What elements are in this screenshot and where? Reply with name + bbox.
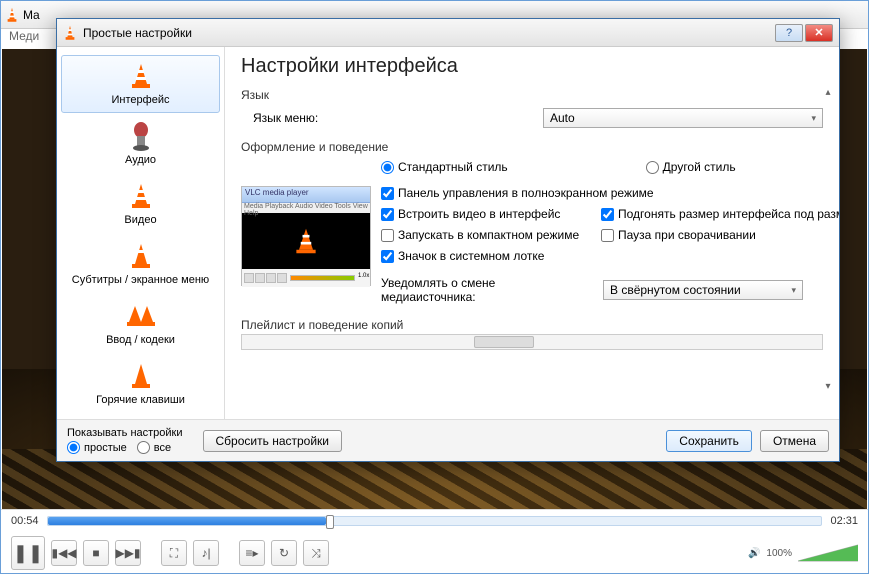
dialog-titlebar[interactable]: Простые настройки ? ✕ xyxy=(57,19,839,47)
check-systray[interactable]: Значок в системном лотке xyxy=(381,249,839,263)
preferences-dialog: Простые настройки ? ✕ Интерфейс Аудио Ви… xyxy=(56,18,840,462)
show-settings-group: Показывать настройки простые все xyxy=(67,427,183,454)
radio-all[interactable]: все xyxy=(137,441,171,454)
vlc-icon xyxy=(5,6,19,24)
ext-settings-button[interactable]: ♪| xyxy=(193,540,219,566)
appearance-section-title: Оформление и поведение xyxy=(241,140,823,154)
speaker-icon[interactable]: 🔊 xyxy=(748,548,760,559)
loop-button[interactable]: ↻ xyxy=(271,540,297,566)
interface-preview: VLC media player Media Playback Audio Vi… xyxy=(241,186,371,286)
volume-slider[interactable] xyxy=(798,543,858,563)
check-resize-interface[interactable]: Подгонять размер интерфейса под разме xyxy=(601,207,839,221)
save-button[interactable]: Сохранить xyxy=(666,430,752,452)
category-subtitles[interactable]: Субтитры / экранное меню xyxy=(61,235,220,293)
lang-section-title: Язык xyxy=(241,88,823,102)
playlist-section-title: Плейлист и поведение копий xyxy=(241,318,823,332)
scroll-down-icon[interactable]: ▾ xyxy=(821,379,835,393)
reset-button[interactable]: Сбросить настройки xyxy=(203,430,342,452)
category-input-codecs[interactable]: Ввод / кодеки xyxy=(61,295,220,353)
category-hotkeys[interactable]: Горячие клавиши xyxy=(61,355,220,413)
radio-other-style[interactable]: Другой стиль xyxy=(646,160,736,174)
fullscreen-button[interactable]: ⛶ xyxy=(161,540,187,566)
shuffle-button[interactable]: ⤨ xyxy=(303,540,329,566)
category-sidebar: Интерфейс Аудио Видео Субтитры / экранно… xyxy=(57,47,225,419)
close-button[interactable]: ✕ xyxy=(805,24,833,42)
dialog-footer: Показывать настройки простые все Сбросит… xyxy=(57,419,839,461)
volume-label: 100% xyxy=(766,548,792,559)
check-compact[interactable]: Запускать в компактном режиме xyxy=(381,228,581,242)
settings-content: Настройки интерфейса ▴ Язык Язык меню: A… xyxy=(225,47,839,419)
language-select[interactable]: Auto xyxy=(543,108,823,128)
check-embed-video[interactable]: Встроить видео в интерфейс xyxy=(381,207,581,221)
scroll-up-icon[interactable]: ▴ xyxy=(821,85,835,99)
vlc-icon xyxy=(63,24,77,42)
category-interface[interactable]: Интерфейс xyxy=(61,55,220,113)
page-heading: Настройки интерфейса xyxy=(241,55,823,78)
check-pause-minimize[interactable]: Пауза при сворачивании xyxy=(601,228,756,242)
prev-button[interactable]: ▮◀◀ xyxy=(51,540,77,566)
bottom-controls: 00:54 02:31 ❚❚ ▮◀◀ ■ ▶▶▮ ⛶ ♪| ≡▸ ↻ ⤨ 🔊 1… xyxy=(1,509,868,573)
playlist-button[interactable]: ≡▸ xyxy=(239,540,265,566)
category-audio[interactable]: Аудио xyxy=(61,115,220,173)
category-video[interactable]: Видео xyxy=(61,175,220,233)
horizontal-scrollbar[interactable] xyxy=(241,334,823,350)
dialog-title: Простые настройки xyxy=(83,26,192,40)
notify-label: Уведомлять о смене медиаисточника: xyxy=(381,276,593,304)
seek-bar[interactable] xyxy=(47,516,823,526)
radio-native-style[interactable]: Стандартный стиль xyxy=(381,160,508,174)
help-button[interactable]: ? xyxy=(775,24,803,42)
main-title: Ma xyxy=(23,8,40,22)
time-total[interactable]: 02:31 xyxy=(830,515,858,527)
radio-simple[interactable]: простые xyxy=(67,441,127,454)
pause-button[interactable]: ❚❚ xyxy=(11,536,45,570)
check-fullscreen-panel[interactable]: Панель управления в полноэкранном режиме xyxy=(381,186,839,200)
cancel-button[interactable]: Отмена xyxy=(760,430,829,452)
stop-button[interactable]: ■ xyxy=(83,540,109,566)
time-current[interactable]: 00:54 xyxy=(11,515,39,527)
notify-select[interactable]: В свёрнутом состоянии xyxy=(603,280,803,300)
next-button[interactable]: ▶▶▮ xyxy=(115,540,141,566)
lang-label: Язык меню: xyxy=(253,111,543,125)
